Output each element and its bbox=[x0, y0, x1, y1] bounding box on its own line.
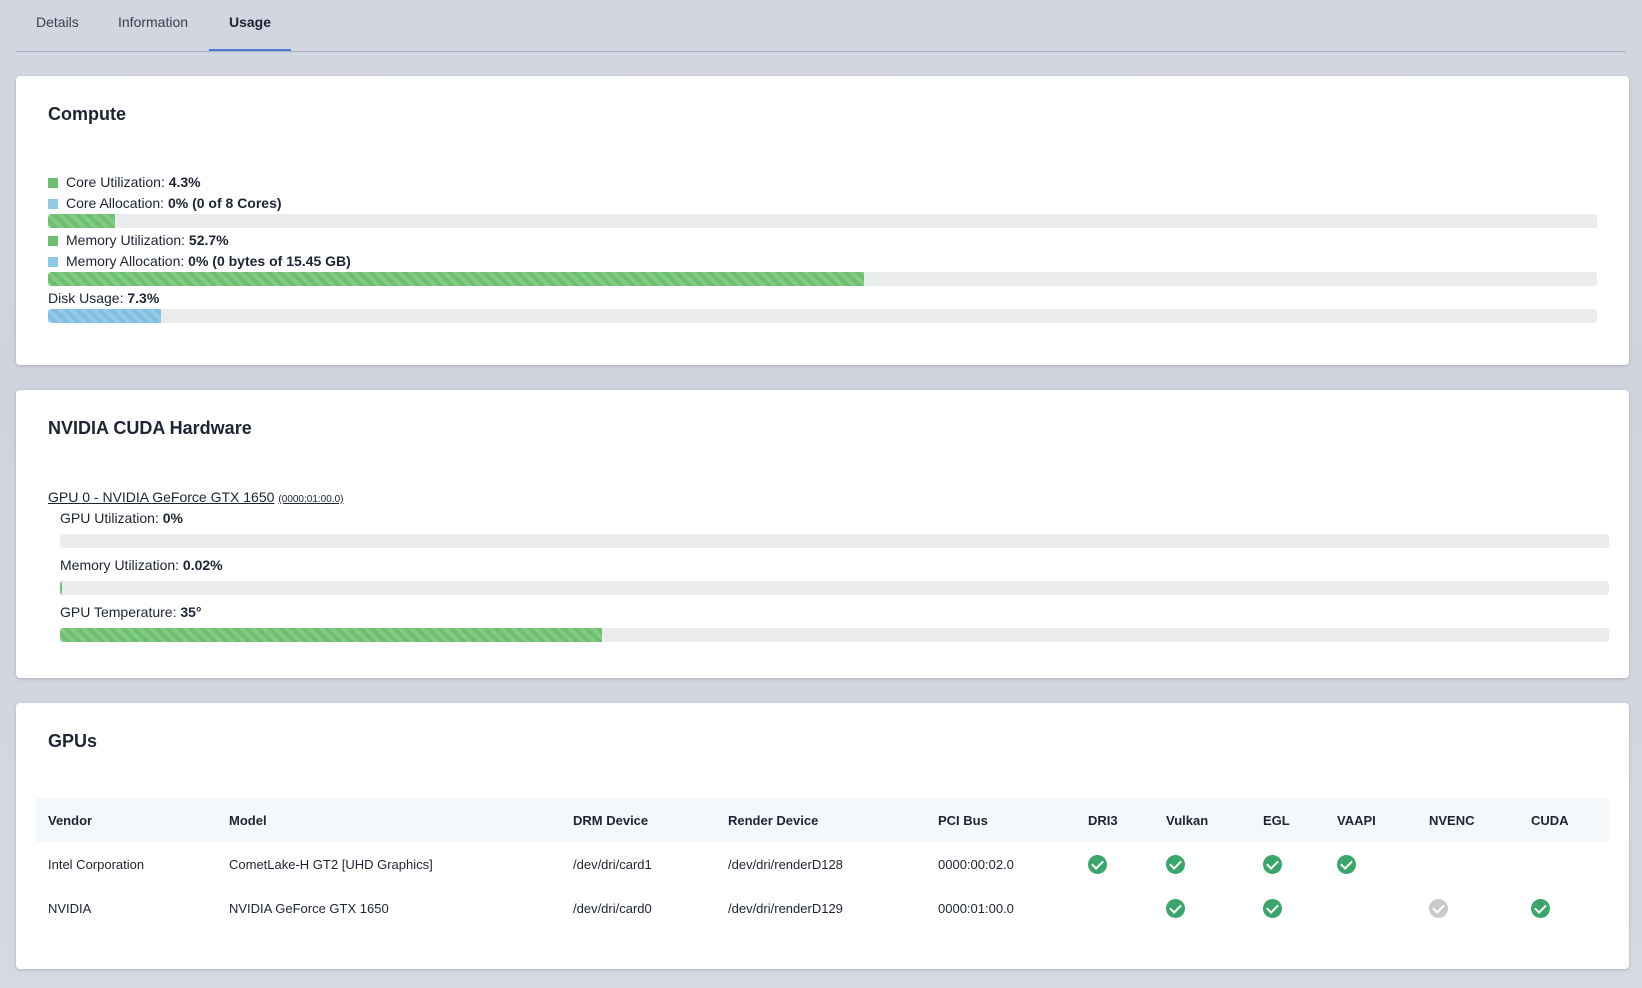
vaapi-cell bbox=[1337, 842, 1429, 886]
gpu-utilization-value: 0% bbox=[162, 510, 183, 526]
memory-allocation-label: Memory Allocation: bbox=[66, 253, 185, 269]
core-utilization-row: Core Utilization: 4.3% bbox=[48, 174, 201, 190]
disk-usage-bar bbox=[48, 309, 1597, 323]
table-row: NVIDIA NVIDIA GeForce GTX 1650 /dev/dri/… bbox=[36, 886, 1609, 930]
cuda-cell bbox=[1531, 886, 1609, 930]
core-utilization-value: 4.3% bbox=[168, 174, 201, 190]
column-header[interactable]: NVENC bbox=[1429, 798, 1531, 842]
compute-title: Compute bbox=[48, 104, 126, 124]
gpu-utilization-row: GPU Utilization: 0% bbox=[60, 510, 183, 526]
tab-bar: Details Information Usage bbox=[16, 0, 1626, 52]
dri3-cell bbox=[1088, 886, 1166, 930]
check-icon bbox=[1337, 854, 1356, 874]
memory-allocation-value: 0% (0 bytes of 15.45 GB) bbox=[188, 253, 351, 269]
nvenc-cell bbox=[1429, 886, 1531, 930]
render-device-cell: /dev/dri/renderD128 bbox=[728, 856, 843, 872]
memory-utilization-row: Memory Utilization: 52.7% bbox=[48, 232, 229, 248]
column-header[interactable]: Render Device bbox=[728, 798, 938, 842]
gpu-utilization-label: GPU Utilization: bbox=[60, 510, 159, 526]
check-icon bbox=[1531, 898, 1550, 918]
gpu-temperature-label: GPU Temperature: bbox=[60, 604, 177, 620]
column-header[interactable]: PCI Bus bbox=[938, 798, 1088, 842]
pci-bus-cell: 0000:00:02.0 bbox=[938, 856, 1014, 872]
gpu-bus: (0000:01:00.0) bbox=[278, 494, 344, 505]
gpu-temperature-value: 35° bbox=[180, 604, 202, 620]
egl-cell bbox=[1263, 842, 1337, 886]
drm-device-cell: /dev/dri/card1 bbox=[573, 856, 652, 872]
cuda-card: NVIDIA CUDA Hardware GPU 0 - NVIDIA GeFo… bbox=[16, 390, 1629, 678]
core-utilization-label: Core Utilization: bbox=[66, 174, 165, 190]
cuda-cell bbox=[1531, 842, 1609, 886]
gpus-table: Vendor Model DRM Device Render Device PC… bbox=[36, 798, 1609, 930]
tab-details[interactable]: Details bbox=[36, 0, 79, 50]
core-allocation-value: 0% (0 of 8 Cores) bbox=[167, 195, 282, 211]
column-header[interactable]: CUDA bbox=[1531, 798, 1609, 842]
column-header[interactable]: Model bbox=[229, 798, 573, 842]
check-icon bbox=[1263, 854, 1282, 874]
gpus-card: GPUs Vendor Model DRM Device Render Devi… bbox=[16, 703, 1629, 969]
pci-bus-cell: 0000:01:00.0 bbox=[938, 900, 1014, 916]
utilization-swatch bbox=[48, 236, 58, 246]
gpu-utilization-bar bbox=[60, 534, 1609, 548]
table-header-row: Vendor Model DRM Device Render Device PC… bbox=[36, 798, 1609, 842]
core-usage-bar bbox=[48, 214, 1597, 228]
core-allocation-label: Core Allocation: bbox=[66, 195, 165, 211]
memory-allocation-row: Memory Allocation: 0% (0 bytes of 15.45 … bbox=[48, 253, 351, 269]
core-usage-fill bbox=[48, 214, 115, 228]
allocation-swatch bbox=[48, 257, 58, 267]
gpu-memory-value: 0.02% bbox=[182, 557, 223, 573]
tab-information[interactable]: Information bbox=[118, 0, 188, 50]
gpu-0-link[interactable]: GPU 0 - NVIDIA GeForce GTX 1650 (0000:01:… bbox=[48, 489, 343, 505]
gpu-memory-fill bbox=[60, 581, 62, 595]
memory-utilization-value: 52.7% bbox=[188, 232, 229, 248]
disk-usage-row: Disk Usage: 7.3% bbox=[48, 290, 159, 306]
check-icon bbox=[1166, 854, 1185, 874]
column-header[interactable]: DRI3 bbox=[1088, 798, 1166, 842]
compute-card: Compute Core Utilization: 4.3% Core Allo… bbox=[16, 76, 1629, 365]
gpu-temperature-fill bbox=[60, 628, 603, 642]
disk-usage-value: 7.3% bbox=[127, 290, 160, 306]
tab-usage[interactable]: Usage bbox=[209, 0, 291, 51]
column-header[interactable]: DRM Device bbox=[573, 798, 728, 842]
memory-utilization-label: Memory Utilization: bbox=[66, 232, 186, 248]
egl-cell bbox=[1263, 886, 1337, 930]
vendor-cell: Intel Corporation bbox=[48, 856, 145, 872]
disk-usage-label: Disk Usage: bbox=[48, 290, 124, 306]
column-header[interactable]: VAAPI bbox=[1337, 798, 1429, 842]
column-header[interactable]: Vulkan bbox=[1166, 798, 1263, 842]
column-header[interactable]: EGL bbox=[1263, 798, 1337, 842]
dri3-cell bbox=[1088, 842, 1166, 886]
model-cell: CometLake-H GT2 [UHD Graphics] bbox=[229, 856, 433, 872]
allocation-swatch bbox=[48, 199, 58, 209]
utilization-swatch bbox=[48, 178, 58, 188]
column-header[interactable]: Vendor bbox=[36, 798, 229, 842]
vulkan-cell bbox=[1166, 842, 1263, 886]
vulkan-cell bbox=[1166, 886, 1263, 930]
gpu-name: GPU 0 - NVIDIA GeForce GTX 1650 bbox=[48, 489, 275, 505]
table-row: Intel Corporation CometLake-H GT2 [UHD G… bbox=[36, 842, 1609, 886]
cuda-title: NVIDIA CUDA Hardware bbox=[48, 418, 252, 438]
gpu-memory-label: Memory Utilization: bbox=[60, 557, 180, 573]
gpu-memory-row: Memory Utilization: 0.02% bbox=[60, 557, 223, 573]
gpu-temperature-row: GPU Temperature: 35° bbox=[60, 604, 202, 620]
vendor-cell: NVIDIA bbox=[48, 900, 92, 916]
core-allocation-row: Core Allocation: 0% (0 of 8 Cores) bbox=[48, 195, 282, 211]
model-cell: NVIDIA GeForce GTX 1650 bbox=[229, 900, 389, 916]
nvenc-cell bbox=[1429, 842, 1531, 886]
disk-usage-fill bbox=[48, 309, 162, 323]
check-icon bbox=[1166, 898, 1185, 918]
gpu-memory-bar bbox=[60, 581, 1609, 595]
check-icon bbox=[1429, 898, 1448, 918]
render-device-cell: /dev/dri/renderD129 bbox=[728, 900, 843, 916]
memory-usage-fill bbox=[48, 272, 865, 286]
vaapi-cell bbox=[1337, 886, 1429, 930]
check-icon bbox=[1088, 854, 1107, 874]
drm-device-cell: /dev/dri/card0 bbox=[573, 900, 652, 916]
gpus-title: GPUs bbox=[48, 731, 98, 751]
check-icon bbox=[1263, 898, 1282, 918]
gpu-temperature-bar bbox=[60, 628, 1609, 642]
memory-usage-bar bbox=[48, 272, 1597, 286]
